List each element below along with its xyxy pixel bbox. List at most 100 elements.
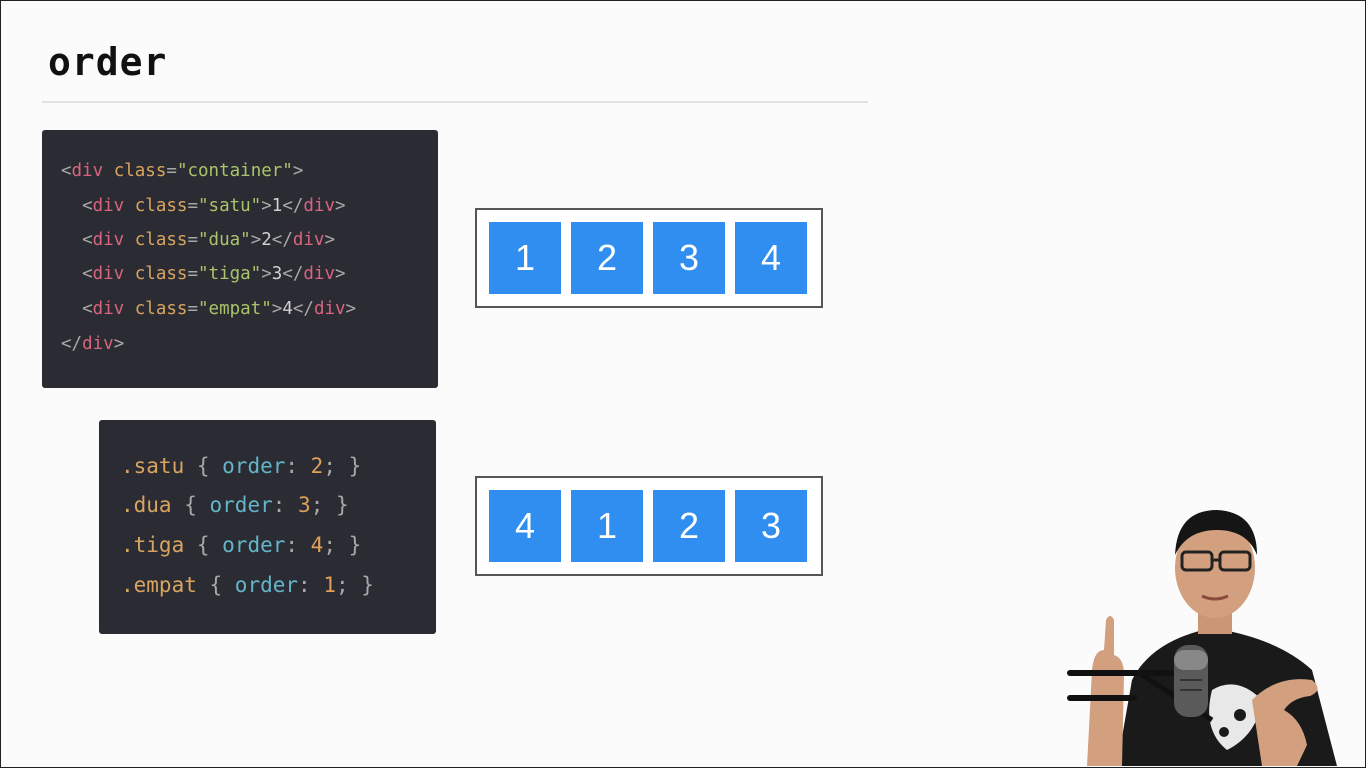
code-token: > — [292, 161, 304, 181]
code-token: .tiga — [121, 533, 185, 557]
code-token: div — [92, 230, 125, 250]
code-token: </ — [61, 334, 83, 354]
code-token: "container" — [176, 161, 293, 181]
css-code-block: .satu { order: 2; } .dua { order: 3; } .… — [99, 420, 436, 634]
code-token: 1 — [323, 573, 336, 597]
code-token: "satu" — [198, 196, 262, 216]
code-token: order — [222, 454, 286, 478]
presenter-video-overlay — [1062, 500, 1362, 766]
code-token: > — [335, 196, 346, 216]
code-line: </div> — [61, 334, 124, 354]
code-token: div — [313, 299, 346, 319]
code-line: <div class="empat">4</div> — [61, 299, 356, 319]
slide-title: order — [48, 40, 168, 84]
code-token: "empat" — [198, 299, 272, 319]
code-token: div — [92, 196, 125, 216]
code-token: class — [134, 264, 188, 284]
code-token: </ — [292, 299, 314, 319]
code-token: div — [303, 264, 335, 284]
code-token: : — [298, 573, 324, 597]
code-token: < — [61, 264, 93, 284]
code-token: div — [92, 299, 125, 319]
code-token: > — [335, 264, 346, 284]
code-token: = — [166, 161, 177, 181]
flex-item: 3 — [735, 490, 807, 562]
code-token: div — [71, 161, 104, 181]
code-token: </ — [282, 196, 304, 216]
code-token: 4 — [310, 533, 324, 557]
code-token: </ — [282, 264, 304, 284]
flex-item: 4 — [489, 490, 561, 562]
code-line: .tiga { order: 4; } — [121, 533, 361, 557]
code-token: div — [303, 196, 335, 216]
code-token: class — [113, 161, 167, 181]
code-token: 3 — [298, 493, 311, 517]
code-token: > — [261, 196, 272, 216]
code-token: order — [209, 493, 273, 517]
code-token: < — [61, 196, 93, 216]
code-token: = — [187, 230, 198, 250]
html-code-block: <div class="container"> <div class="satu… — [42, 130, 438, 388]
code-token: = — [187, 264, 198, 284]
code-token: > — [261, 264, 272, 284]
code-token: = — [187, 299, 198, 319]
code-line: .dua { order: 3; } — [121, 493, 349, 517]
code-token: { — [196, 573, 235, 597]
flex-item: 3 — [653, 222, 725, 294]
code-token: .satu — [121, 454, 185, 478]
flex-container-custom-order: 4 1 2 3 — [475, 476, 823, 576]
code-token: </ — [271, 230, 293, 250]
code-token: 1 — [271, 196, 283, 216]
code-token: div — [292, 230, 325, 250]
code-line: .empat { order: 1; } — [121, 573, 374, 597]
code-token: > — [324, 230, 336, 250]
code-token: 3 — [271, 264, 283, 284]
code-token: : — [285, 454, 311, 478]
code-token: : — [285, 533, 311, 557]
code-token: < — [61, 299, 93, 319]
code-token: 4 — [282, 299, 293, 319]
code-token: order — [222, 533, 286, 557]
code-token: .dua — [121, 493, 172, 517]
code-token: div — [92, 264, 125, 284]
code-token: > — [345, 299, 357, 319]
code-token: ; } — [323, 454, 362, 478]
code-token: "tiga" — [198, 264, 262, 284]
title-divider — [42, 101, 868, 103]
presenter-silhouette — [1067, 510, 1337, 766]
code-token: { — [184, 454, 223, 478]
code-token: > — [250, 230, 262, 250]
code-token: < — [61, 230, 93, 250]
code-token: class — [134, 196, 188, 216]
flex-item: 1 — [571, 490, 643, 562]
code-token: { — [171, 493, 210, 517]
code-token: > — [271, 299, 283, 319]
code-token: class — [134, 299, 188, 319]
code-line: <div class="tiga">3</div> — [61, 264, 346, 284]
code-token: 2 — [261, 230, 272, 250]
code-token: 2 — [310, 454, 324, 478]
flex-container-default-order: 1 2 3 4 — [475, 208, 823, 308]
code-token: = — [187, 196, 198, 216]
code-token: order — [234, 573, 299, 597]
code-token: < — [61, 161, 72, 181]
code-token: ; } — [310, 493, 349, 517]
flex-item: 4 — [735, 222, 807, 294]
flex-item: 1 — [489, 222, 561, 294]
code-token: : — [272, 493, 299, 517]
code-token: > — [113, 334, 125, 354]
code-line: <div class="dua">2</div> — [61, 230, 335, 250]
code-token: div — [82, 334, 114, 354]
code-line: .satu { order: 2; } — [121, 454, 361, 478]
code-token: .empat — [121, 573, 197, 597]
code-line: <div class="satu">1</div> — [61, 196, 346, 216]
flex-item: 2 — [571, 222, 643, 294]
flex-item: 2 — [653, 490, 725, 562]
code-token: ; } — [323, 533, 362, 557]
code-token: { — [184, 533, 223, 557]
